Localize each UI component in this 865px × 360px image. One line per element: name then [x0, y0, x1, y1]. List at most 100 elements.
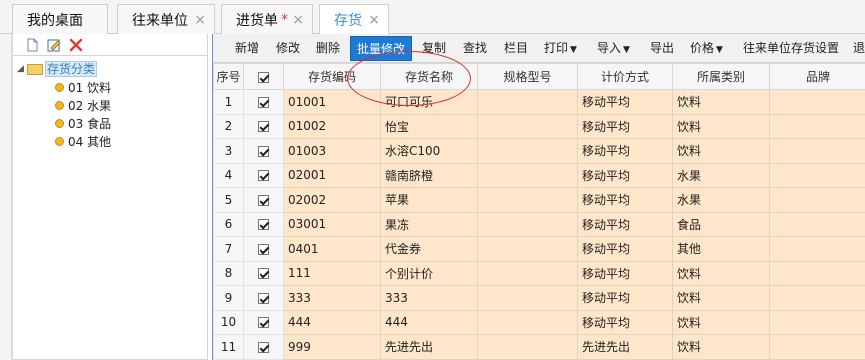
row-checkbox-cell[interactable] — [243, 187, 284, 213]
pricing-cell[interactable]: 移动平均 — [577, 285, 673, 311]
tree-root-node[interactable]: ◢ 存货分类 — [17, 60, 207, 78]
spec-cell[interactable] — [477, 260, 578, 286]
category-cell[interactable]: 饮料 — [672, 138, 770, 164]
tree-node-label[interactable]: 02 水果 — [68, 97, 111, 114]
brand-cell[interactable] — [769, 138, 865, 164]
row-index-cell[interactable]: 2 — [213, 113, 244, 139]
brand-cell[interactable] — [769, 236, 865, 262]
close-icon[interactable]: × — [292, 12, 304, 28]
tab-purchase-order[interactable]: 进货单 * × — [221, 4, 313, 34]
category-cell[interactable]: 食品 — [672, 211, 770, 237]
code-cell[interactable]: 02002 — [283, 187, 381, 213]
row-index-cell[interactable]: 7 — [213, 236, 244, 262]
tree-node-label[interactable]: 04 其他 — [68, 133, 111, 150]
row-index-cell[interactable]: 3 — [213, 138, 244, 164]
select-all-checkbox[interactable] — [258, 71, 269, 83]
name-cell[interactable]: 代金券 — [380, 236, 478, 262]
tree-root-label[interactable]: 存货分类 — [45, 61, 98, 77]
category-cell[interactable]: 饮料 — [672, 334, 770, 360]
brand-cell[interactable] — [769, 187, 865, 213]
spec-cell[interactable] — [477, 162, 578, 188]
close-icon[interactable]: × — [194, 12, 206, 28]
row-checkbox[interactable] — [258, 96, 269, 108]
row-checkbox-cell[interactable] — [243, 162, 284, 188]
row-checkbox-cell[interactable] — [243, 211, 284, 237]
table-row[interactable]: 10 444 444 移动平均 饮料 — [213, 309, 865, 335]
col-header-index[interactable]: 序号 — [213, 63, 244, 90]
spec-cell[interactable] — [477, 334, 578, 360]
category-cell[interactable]: 其他 — [672, 236, 770, 262]
exit-button[interactable]: 退 — [853, 34, 865, 63]
row-checkbox-cell[interactable] — [243, 236, 284, 262]
copy-button[interactable]: 复制 — [422, 34, 446, 63]
name-cell[interactable]: 果冻 — [380, 211, 478, 237]
col-header-spec[interactable]: 规格型号 — [477, 63, 578, 90]
code-cell[interactable]: 999 — [283, 334, 381, 360]
row-checkbox[interactable] — [258, 317, 269, 329]
new-document-icon[interactable] — [25, 38, 39, 52]
code-cell[interactable]: 01003 — [283, 138, 381, 164]
name-cell[interactable]: 可口可乐 — [380, 89, 478, 115]
category-cell[interactable]: 水果 — [672, 187, 770, 213]
code-cell[interactable]: 01001 — [283, 89, 381, 115]
name-cell[interactable]: 水溶C100 — [380, 138, 478, 164]
table-row[interactable]: 3 01003 水溶C100 移动平均 饮料 — [213, 138, 865, 164]
row-index-cell[interactable]: 5 — [213, 187, 244, 213]
pricing-cell[interactable]: 先进先出 — [577, 334, 673, 360]
name-cell[interactable]: 怡宝 — [380, 113, 478, 139]
name-cell[interactable]: 个别计价 — [380, 260, 478, 286]
code-cell[interactable]: 0401 — [283, 236, 381, 262]
col-header-brand[interactable]: 品牌 — [769, 63, 865, 90]
export-button[interactable]: 导出 — [650, 34, 674, 63]
category-cell[interactable]: 饮料 — [672, 260, 770, 286]
edit-button[interactable]: 修改 — [276, 34, 300, 63]
col-header-code[interactable]: 存货编码 — [283, 63, 381, 90]
brand-cell[interactable] — [769, 285, 865, 311]
spec-cell[interactable] — [477, 285, 578, 311]
code-cell[interactable]: 03001 — [283, 211, 381, 237]
category-cell[interactable]: 饮料 — [672, 285, 770, 311]
tree-node-food[interactable]: 03 食品 — [17, 114, 207, 132]
tree-node-label[interactable]: 01 饮料 — [68, 79, 111, 96]
brand-cell[interactable] — [769, 309, 865, 335]
row-checkbox-cell[interactable] — [243, 334, 284, 360]
row-index-cell[interactable]: 1 — [213, 89, 244, 115]
spec-cell[interactable] — [477, 187, 578, 213]
edit-icon[interactable] — [47, 38, 61, 52]
table-row[interactable]: 1 01001 可口可乐 移动平均 饮料 — [213, 89, 865, 115]
name-cell[interactable]: 先进先出 — [380, 334, 478, 360]
pricing-cell[interactable]: 移动平均 — [577, 309, 673, 335]
table-row[interactable]: 5 02002 苹果 移动平均 水果 — [213, 187, 865, 213]
category-cell[interactable]: 水果 — [672, 162, 770, 188]
pricing-cell[interactable]: 移动平均 — [577, 113, 673, 139]
tab-contacts[interactable]: 往来单位 × — [117, 4, 215, 34]
name-cell[interactable]: 333 — [380, 285, 478, 311]
row-index-cell[interactable]: 4 — [213, 162, 244, 188]
table-row[interactable]: 6 03001 果冻 移动平均 食品 — [213, 211, 865, 237]
category-cell[interactable]: 饮料 — [672, 113, 770, 139]
collapse-triangle-icon[interactable]: ◢ — [17, 64, 27, 74]
pricing-cell[interactable]: 移动平均 — [577, 89, 673, 115]
row-checkbox[interactable] — [258, 219, 269, 231]
row-checkbox[interactable] — [258, 268, 269, 280]
pricing-cell[interactable]: 移动平均 — [577, 162, 673, 188]
brand-cell[interactable] — [769, 260, 865, 286]
brand-cell[interactable] — [769, 211, 865, 237]
code-cell[interactable]: 444 — [283, 309, 381, 335]
table-row[interactable]: 7 0401 代金券 移动平均 其他 — [213, 236, 865, 262]
col-header-pricing[interactable]: 计价方式 — [577, 63, 673, 90]
code-cell[interactable]: 02001 — [283, 162, 381, 188]
import-button[interactable]: 导入 ▼ — [597, 34, 630, 63]
table-row[interactable]: 4 02001 赣南脐橙 移动平均 水果 — [213, 162, 865, 188]
row-index-cell[interactable]: 11 — [213, 334, 244, 360]
row-index-cell[interactable]: 10 — [213, 309, 244, 335]
row-index-cell[interactable]: 6 — [213, 211, 244, 237]
name-cell[interactable]: 赣南脐橙 — [380, 162, 478, 188]
spec-cell[interactable] — [477, 89, 578, 115]
tree-node-label[interactable]: 03 食品 — [68, 115, 111, 132]
delete-button[interactable]: 删除 — [316, 34, 340, 63]
add-button[interactable]: 新增 — [235, 34, 259, 63]
table-row[interactable]: 9 333 333 移动平均 饮料 — [213, 285, 865, 311]
brand-cell[interactable] — [769, 334, 865, 360]
tree-node-fruit[interactable]: 02 水果 — [17, 96, 207, 114]
